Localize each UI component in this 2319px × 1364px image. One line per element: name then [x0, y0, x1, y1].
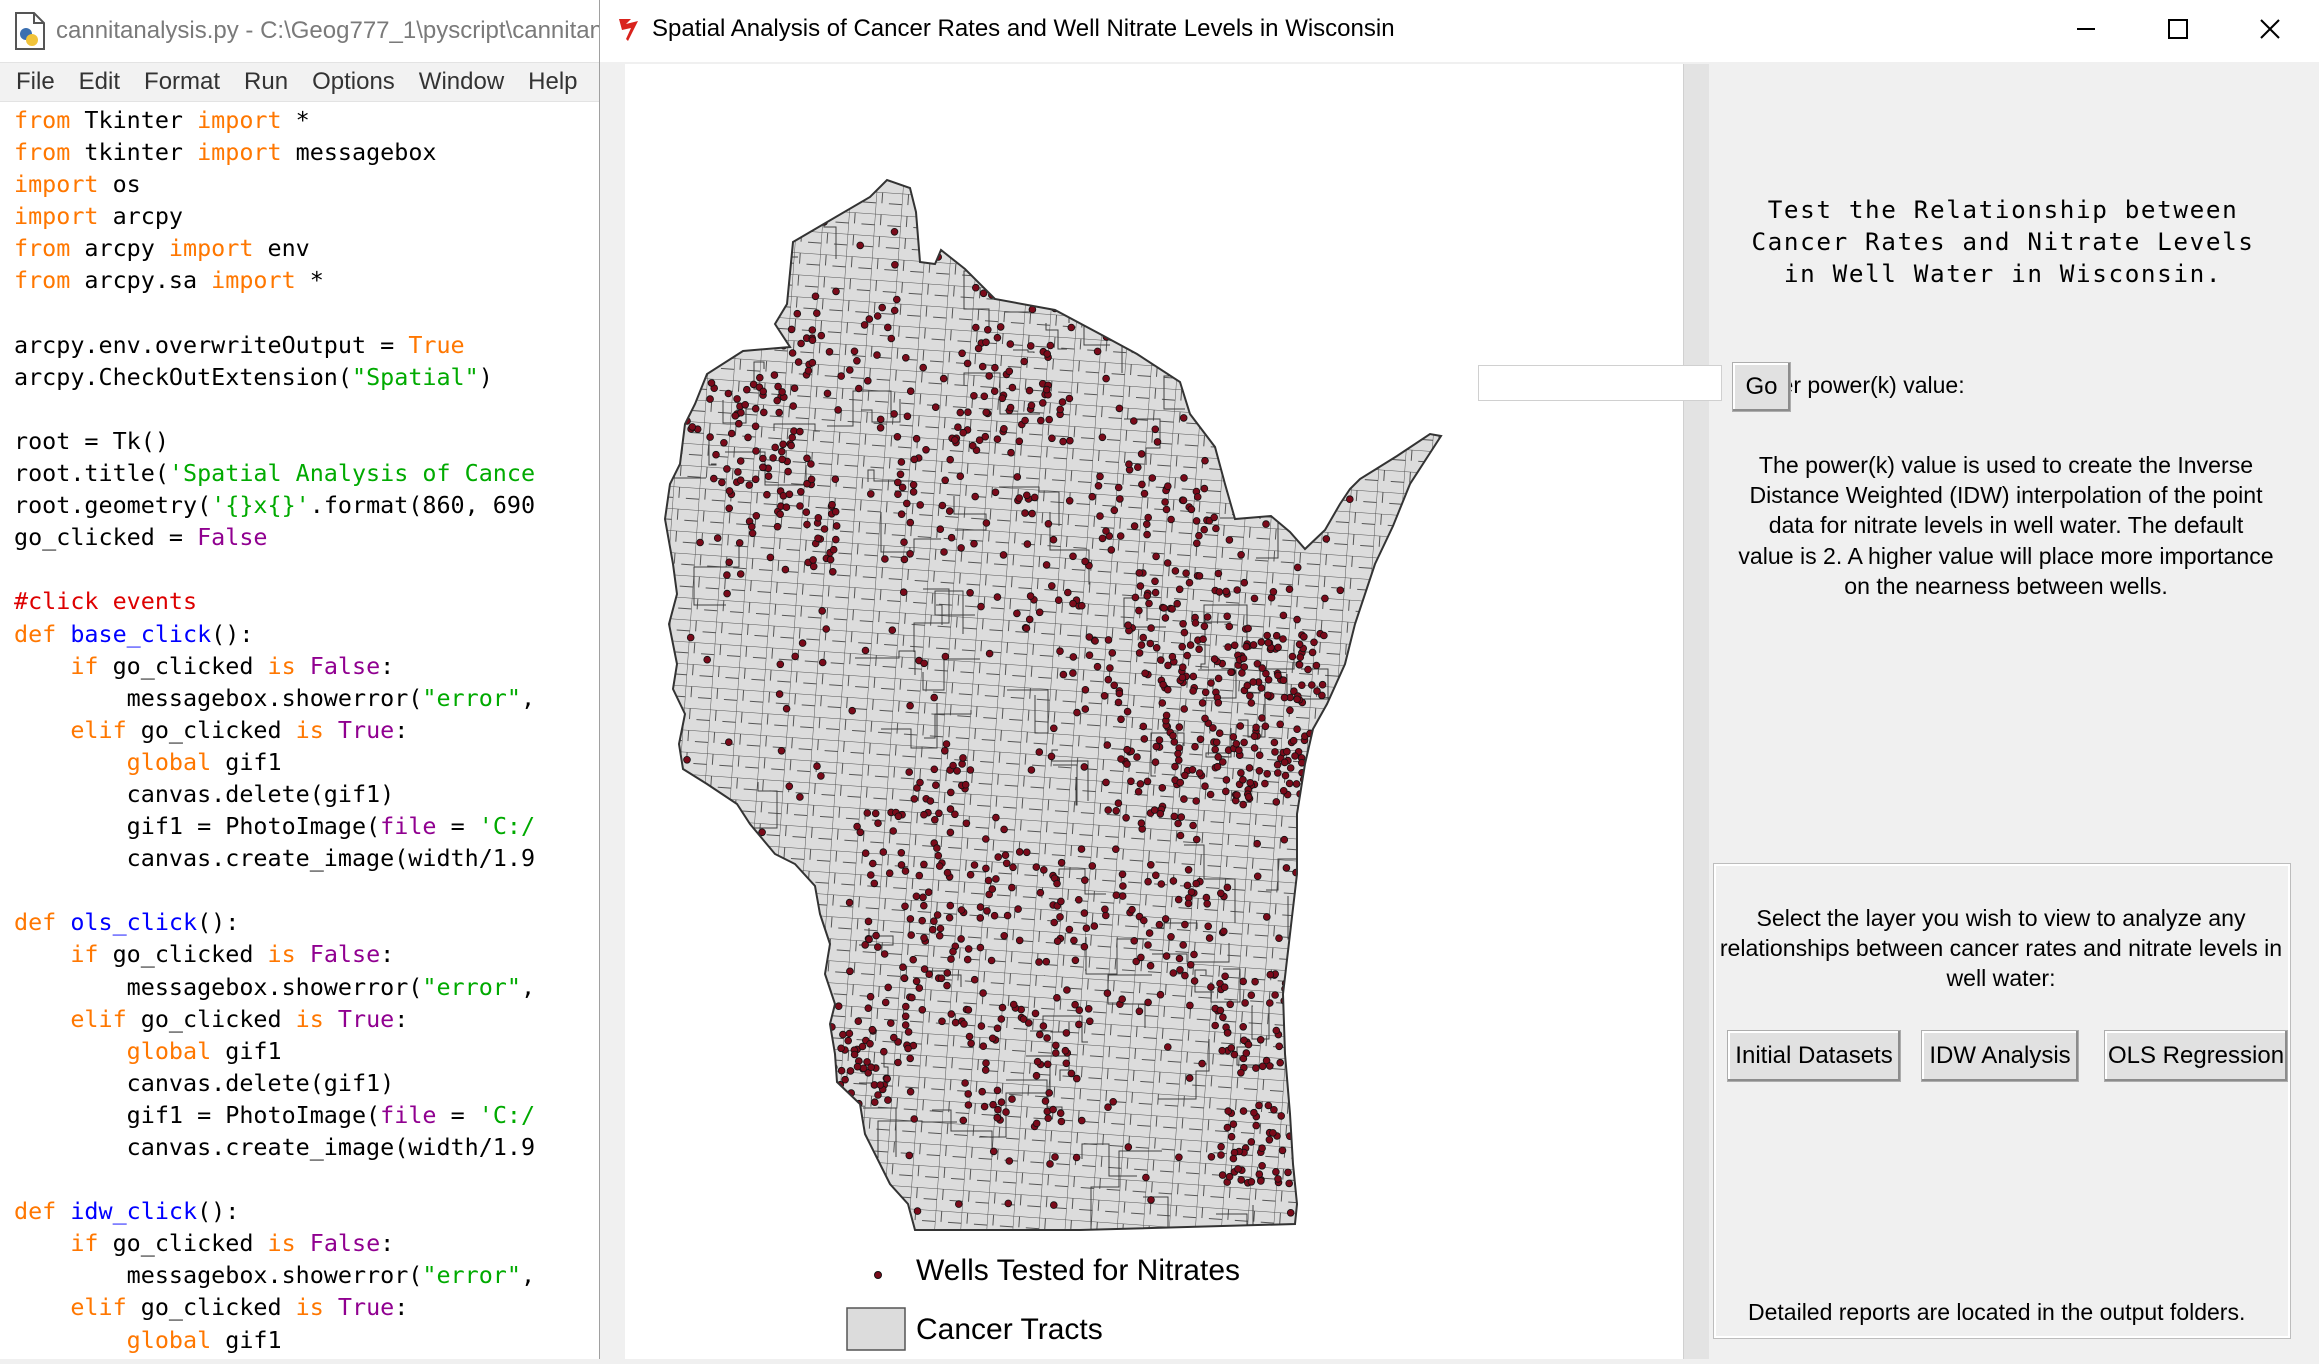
code-line: if go_clicked is False:	[14, 940, 395, 969]
code-line: if go_clicked is False:	[14, 1229, 395, 1258]
code-line: import os	[14, 170, 141, 199]
code-editor[interactable]: from Tkinter import * from tkinter import…	[14, 104, 535, 1356]
code-line: messagebox.showerror("error",	[14, 972, 536, 1001]
code-line: from arcpy import env	[14, 234, 310, 263]
menu-options[interactable]: Options	[312, 68, 395, 96]
code-line: canvas.delete(gif1)	[14, 779, 395, 808]
tk-titlebar[interactable]: Spatial Analysis of Cancer Rates and Wel…	[600, 0, 2319, 62]
code-line: from tkinter import messagebox	[14, 138, 437, 167]
footer-note: Detailed reports are located in the outp…	[1748, 1299, 2246, 1325]
code-line: def idw_click():	[14, 1197, 240, 1226]
help-line: Distance Weighted (IDW) interpolation of…	[1749, 482, 2263, 509]
code-line: def base_click():	[14, 619, 254, 648]
help-line: The power(k) value is used to create the…	[1758, 452, 2254, 478]
select-help-text: Select the layer you wish to view to ana…	[1714, 903, 2288, 994]
code-line: root = Tk()	[14, 426, 169, 455]
code-line: canvas.create_image(width/1.9	[14, 844, 536, 873]
heading-line: Test the Relationship between	[1767, 195, 2239, 224]
code-line: if go_clicked is False:	[14, 651, 395, 680]
code-line: from arcpy.sa import *	[14, 266, 324, 295]
pane-divider[interactable]	[1683, 64, 1711, 1359]
code-line: global gif1	[14, 747, 282, 776]
help-line: value is 2. A higher value will place mo…	[1738, 542, 2274, 569]
menu-run[interactable]: Run	[244, 68, 288, 96]
menu-window[interactable]: Window	[419, 68, 504, 96]
code-line: import arcpy	[14, 202, 183, 231]
code-line: arcpy.env.overwriteOutput = True	[14, 330, 465, 359]
code-line: elif go_clicked is True:	[14, 715, 409, 744]
help-line: on the nearness between wells.	[1844, 572, 2168, 599]
menu-help[interactable]: Help	[528, 68, 577, 96]
minimize-button[interactable]	[2040, 0, 2132, 58]
code-line: elif go_clicked is True:	[14, 1004, 409, 1033]
panel-heading: Test the Relationship between Cancer Rat…	[1709, 194, 2297, 290]
heading-line: in Well Water in Wisconsin.	[1783, 259, 2223, 288]
menu-edit[interactable]: Edit	[79, 68, 120, 96]
idw-analysis-button[interactable]: IDW Analysis	[1921, 1030, 2079, 1082]
help-line: Select the layer you wish to view to ana…	[1756, 905, 2246, 931]
code-line: go_clicked = False	[14, 523, 268, 552]
legend-wells-label: Wells Tested for Nitrates	[916, 1254, 1241, 1287]
power-input[interactable]	[1478, 365, 1722, 401]
close-button[interactable]	[2224, 0, 2316, 58]
code-line: canvas.create_image(width/1.9	[14, 1133, 536, 1161]
code-line: #click events	[14, 587, 198, 616]
idle-title: cannitanalysis.py - C:\Geog777_1\pyscrip…	[56, 17, 600, 44]
go-button[interactable]: Go	[1732, 362, 1791, 412]
tk-feather-icon	[616, 15, 644, 48]
idle-titlebar[interactable]: cannitanalysis.py - C:\Geog777_1\pyscrip…	[0, 0, 600, 63]
code-line: root.geometry('{}x{}'.format(860, 690	[14, 491, 536, 520]
code-line: messagebox.showerror("error",	[14, 1261, 536, 1290]
power-help-text: The power(k) value is used to create the…	[1726, 450, 2286, 601]
window-title: Spatial Analysis of Cancer Rates and Wel…	[652, 15, 1395, 42]
legend-tract-symbol	[846, 1307, 906, 1351]
code-line: global gif1	[14, 1325, 282, 1354]
legend-well-symbol	[874, 1271, 882, 1279]
code-line: def ols_click():	[14, 908, 240, 937]
initial-datasets-button[interactable]: Initial Datasets	[1727, 1030, 1901, 1082]
maximize-button[interactable]	[2132, 0, 2224, 58]
idle-editor-window[interactable]: cannitanalysis.py - C:\Geog777_1\pyscrip…	[0, 0, 602, 1359]
heading-line: Cancer Rates and Nitrate Levels	[1751, 227, 2255, 256]
menu-file[interactable]: File	[16, 68, 55, 96]
code-line: global gif1	[14, 1036, 282, 1065]
help-line: relationships between cancer rates and n…	[1719, 935, 2283, 962]
code-line: root.title('Spatial Analysis of Cance	[14, 459, 536, 488]
menu-format[interactable]: Format	[144, 68, 220, 96]
code-line: canvas.delete(gif1)	[14, 1068, 395, 1097]
legend-tracts-label: Cancer Tracts	[916, 1313, 1103, 1346]
help-line: data for nitrate levels in well water. T…	[1768, 512, 2244, 539]
help-line: well water:	[1946, 965, 2056, 992]
map-canvas[interactable]: Wells Tested for Nitrates Cancer Tracts	[625, 64, 1683, 1359]
code-line: from Tkinter import *	[14, 106, 310, 134]
python-file-icon	[14, 12, 46, 50]
code-line: messagebox.showerror("error",	[14, 683, 536, 712]
idle-menubar: File Edit Format Run Options Window Help	[0, 63, 600, 102]
code-line: gif1 = PhotoImage(file = 'C:/	[14, 1100, 536, 1129]
wisconsin-map	[664, 179, 1442, 1351]
code-line: gif1 = PhotoImage(file = 'C:/	[14, 812, 536, 841]
code-line: elif go_clicked is True:	[14, 1293, 409, 1322]
ols-regression-button[interactable]: OLS Regression	[2104, 1030, 2288, 1082]
code-line: arcpy.CheckOutExtension("Spatial")	[14, 362, 493, 391]
